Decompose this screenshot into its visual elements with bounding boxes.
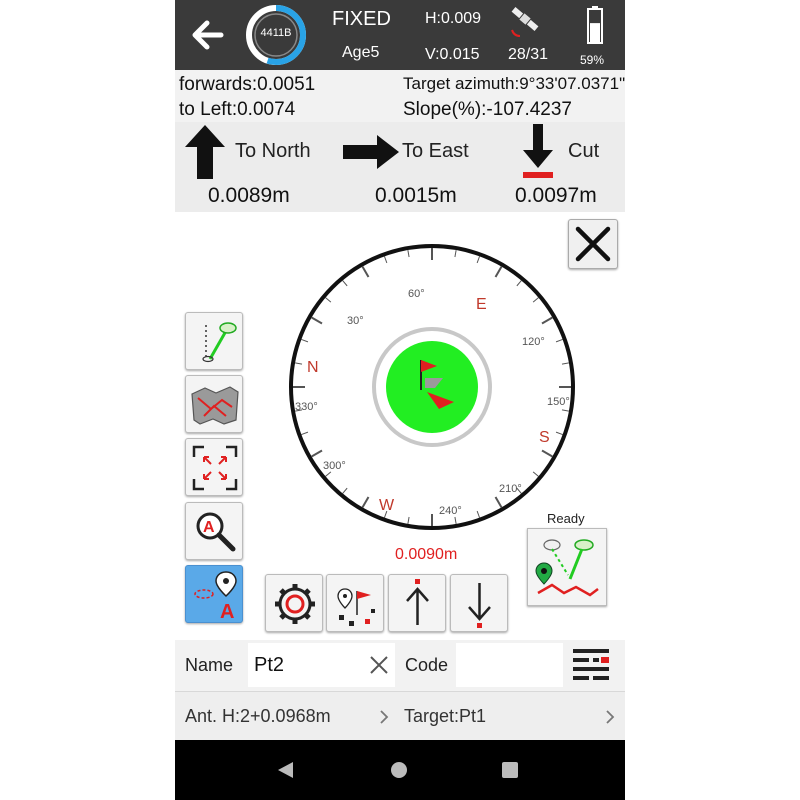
cardinal-n: N (307, 359, 319, 376)
compass-area[interactable]: N E S W 30° 60° 120° 150° 210° 240° 300°… (175, 212, 625, 640)
distance-value: 0.0090m (395, 546, 458, 563)
north-label: To North (235, 140, 311, 162)
antenna-height[interactable]: Ant. H:2+0.0968m (185, 706, 331, 727)
cardinal-w: W (379, 497, 395, 514)
degree-label: 30° (347, 315, 364, 327)
target-point[interactable]: Target:Pt1 (404, 706, 486, 727)
name-label: Name (185, 655, 234, 675)
degree-label: 60° (408, 288, 425, 300)
forwards-value: forwards:0.0051 (179, 74, 316, 95)
target-azimuth: Target azimuth:9°33'07.0371" (403, 74, 625, 93)
clear-icon[interactable] (368, 654, 390, 676)
system-nav-bar (175, 740, 625, 800)
previous-point-button[interactable] (388, 574, 446, 632)
cut-label: Cut (568, 140, 600, 162)
degree-label: 240° (439, 505, 462, 517)
nearest-point-button[interactable] (326, 574, 384, 632)
map-button[interactable] (185, 375, 243, 433)
degree-label: 210° (499, 483, 522, 495)
ring-label: 4411B (260, 27, 292, 39)
cut-down-arrow-icon (523, 124, 553, 178)
degree-label: 150° (547, 396, 570, 408)
name-code-bar: Name Code (175, 640, 625, 690)
nav-home-icon[interactable] (389, 760, 409, 780)
east-label: To East (402, 140, 469, 162)
satellite-icon[interactable] (508, 4, 542, 38)
ready-button[interactable] (527, 528, 607, 606)
cardinal-e: E (476, 296, 487, 313)
magnifier-a-icon: A (196, 512, 236, 552)
fit-view-button[interactable] (185, 438, 243, 496)
age-value: Age5 (342, 44, 380, 61)
map-icon (191, 386, 239, 425)
search-point-button[interactable]: A (185, 502, 243, 560)
satellite-count: 28/31 (508, 46, 549, 63)
nav-recents-icon[interactable] (501, 761, 519, 779)
north-value: 0.0089m (208, 184, 290, 207)
arrow-up-point-icon (406, 579, 429, 625)
pole-survey-button[interactable] (185, 312, 243, 370)
survey-pole-icon (202, 322, 237, 363)
next-point-button[interactable] (450, 574, 508, 632)
battery-icon (587, 6, 603, 44)
cut-value: 0.0097m (515, 184, 597, 207)
code-label: Code (405, 655, 449, 675)
status-header: 4411B FIXED Age5 H:0.009 V:0.015 28/31 5… (175, 0, 625, 70)
back-arrow-icon[interactable] (187, 14, 229, 56)
battery-percent: 59% (580, 53, 605, 67)
arrow-up-icon (185, 125, 225, 179)
degree-label: 300° (323, 460, 346, 472)
gear-icon (275, 584, 315, 624)
arrow-right-icon (343, 135, 399, 169)
settings-button[interactable] (265, 574, 323, 632)
stake-target-icon: A (194, 571, 237, 623)
degree-label: 330° (295, 401, 318, 413)
compass-dial: N E S W 30° 60° 120° 150° 210° 240° 300°… (289, 244, 575, 530)
v-precision: V:0.015 (425, 46, 480, 63)
code-input[interactable] (456, 643, 563, 687)
stake-ready-icon (535, 539, 599, 597)
slope-value: Slope(%):-107.4237 (403, 99, 572, 120)
antenna-target-bar: Ant. H:2+0.0968m Target:Pt1 (175, 691, 625, 741)
code-list-icon[interactable] (571, 647, 611, 683)
nav-back-icon[interactable] (275, 760, 295, 780)
flag-points-icon (337, 588, 375, 626)
degree-label: 120° (522, 336, 545, 348)
to-left-value: to Left:0.0074 (179, 99, 296, 120)
ready-label: Ready (547, 511, 585, 526)
chevron-right-icon (380, 710, 389, 724)
fullscreen-icon (192, 445, 238, 491)
arrow-down-point-icon (468, 583, 491, 628)
east-value: 0.0015m (375, 184, 457, 207)
fix-status: FIXED (332, 8, 391, 30)
stakeout-info: forwards:0.0051 to Left:0.0074 Target az… (175, 70, 625, 122)
phone-screen: 4411B FIXED Age5 H:0.009 V:0.015 28/31 5… (175, 0, 625, 800)
svg-text:A: A (220, 601, 234, 623)
cardinal-s: S (539, 429, 550, 446)
direction-panel: To North To East Cut 0.0089m 0.0015m 0.0… (175, 122, 625, 212)
chevron-right-icon (606, 710, 615, 724)
stake-point-button[interactable]: A (185, 565, 243, 623)
h-precision: H:0.009 (425, 10, 482, 27)
svg-text:A: A (203, 519, 215, 536)
